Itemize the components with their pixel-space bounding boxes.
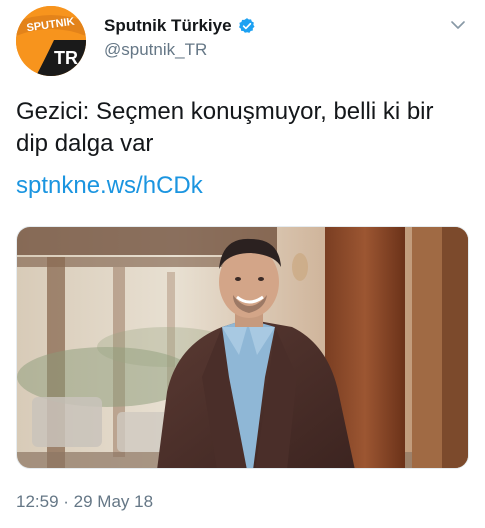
tweet-timestamp[interactable]: 12:59 · 29 May 18 (16, 492, 153, 512)
avatar-text-bottom: TR (54, 48, 78, 68)
account-handle[interactable]: @sputnik_TR (104, 40, 256, 60)
display-name-row: Sputnik Türkiye (104, 14, 256, 38)
avatar[interactable]: SPUTNIK TR (16, 6, 86, 76)
display-name[interactable]: Sputnik Türkiye (104, 16, 232, 36)
sputnik-logo-icon: SPUTNIK TR (16, 6, 86, 76)
tweet-header: SPUTNIK TR Sputnik Türkiye @sputnik_TR (16, 6, 471, 76)
account-names: Sputnik Türkiye @sputnik_TR (104, 14, 256, 60)
verified-badge-icon (238, 18, 255, 33)
tweet-text: Gezici: Seçmen konuşmuyor, belli ki bir … (16, 98, 434, 157)
chevron-down-icon[interactable] (449, 16, 467, 34)
tweet-link[interactable]: sptnkne.ws/hCDk (16, 170, 203, 202)
photo-man-in-blazer (17, 227, 468, 468)
tweet-media-photo[interactable] (16, 226, 469, 469)
